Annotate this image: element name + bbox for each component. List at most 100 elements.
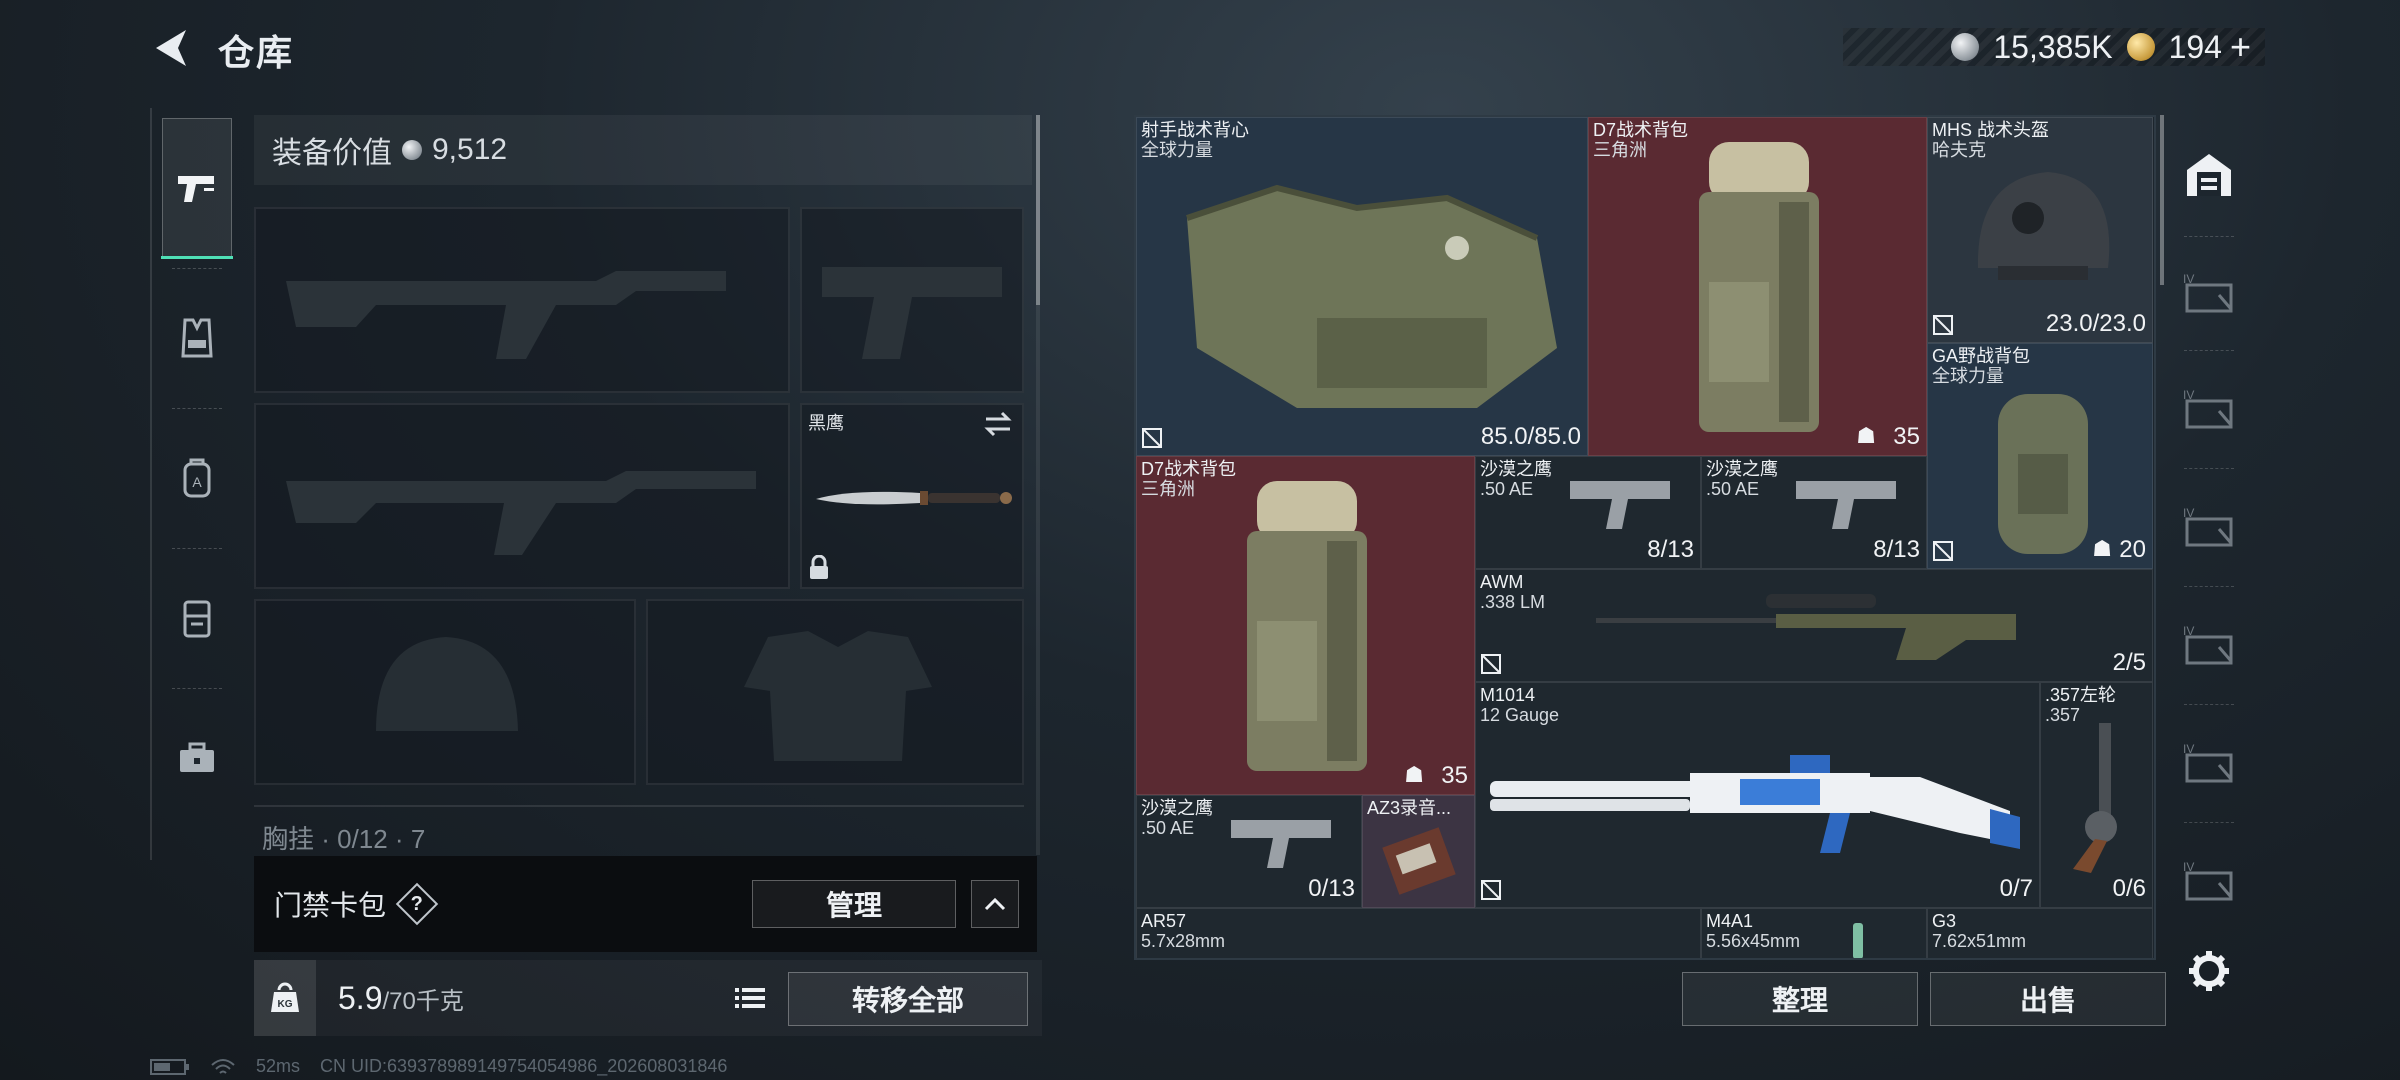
uid-text: CN UID:6393789891497540549​86_2026080318… bbox=[320, 1056, 728, 1076]
sort-button[interactable]: 整理 bbox=[1682, 972, 1918, 1026]
item-durability: 85.0/85.0 bbox=[1480, 423, 1581, 450]
backpack-icon: A bbox=[183, 458, 211, 498]
item-name: 射手战术背心 bbox=[1141, 120, 1249, 140]
storage-item[interactable]: 沙漠之鹰 .50 AE 0/13 bbox=[1136, 795, 1362, 908]
storage-scroll-thumb[interactable] bbox=[2160, 115, 2164, 285]
keycard-help-button[interactable]: ? bbox=[395, 882, 439, 926]
storage-item[interactable]: 沙漠之鹰 .50 AE 8/13 bbox=[1475, 456, 1701, 569]
storage-page-6[interactable]: IV bbox=[2178, 718, 2240, 808]
storage-item[interactable]: 沙漠之鹰 .50 AE 8/13 bbox=[1701, 456, 1927, 569]
item-name: G3 bbox=[1932, 911, 1957, 931]
tactical-vest-icon bbox=[1186, 184, 1557, 408]
storage-box-icon: IV bbox=[2183, 742, 2233, 783]
equipment-scroll-thumb[interactable] bbox=[1036, 115, 1040, 305]
storage-page-2[interactable]: IV bbox=[2178, 248, 2240, 338]
primary-weapon-slot[interactable] bbox=[254, 207, 790, 393]
svg-text:A: A bbox=[192, 474, 202, 490]
case-icon bbox=[183, 600, 211, 638]
sidearm-slot[interactable] bbox=[800, 207, 1024, 393]
helmet-slot[interactable] bbox=[254, 599, 636, 785]
chest-rig-row[interactable]: 胸挂 · 0/12 · 7 bbox=[254, 805, 1024, 855]
collapse-button[interactable] bbox=[971, 880, 1019, 928]
recorder-icon bbox=[1382, 827, 1456, 895]
bound-icon bbox=[1142, 428, 1162, 448]
vest-icon bbox=[181, 318, 213, 358]
storage-item[interactable]: AWM .338 LM 2/5 bbox=[1475, 569, 2153, 682]
gear-icon bbox=[2189, 951, 2229, 991]
item-ammo: 8/13 bbox=[1647, 536, 1694, 563]
rifle-silhouette-icon bbox=[286, 271, 726, 359]
storage-main-tab[interactable] bbox=[2178, 124, 2240, 224]
storage-item[interactable]: D7战术背包 三角洲 ☗ 35 bbox=[1588, 117, 1927, 456]
tab-weapons[interactable] bbox=[161, 118, 233, 259]
storage-page-5[interactable]: IV bbox=[2178, 600, 2240, 690]
storage-item[interactable]: MHS 战术头盔 哈夫克 23.0/23.0 bbox=[1927, 117, 2153, 343]
item-capacity: 20 bbox=[2119, 536, 2146, 563]
bound-icon bbox=[1481, 880, 1501, 900]
list-view-button[interactable] bbox=[728, 976, 772, 1020]
chevron-up-icon bbox=[984, 897, 1006, 911]
storage-item[interactable]: GA野战背包 全球力量 ☗ 20 bbox=[1927, 343, 2153, 569]
storage-box-icon: IV bbox=[2183, 860, 2233, 901]
item-ammo: 2/5 bbox=[2112, 649, 2146, 676]
weight-readout: 5.9/70千克 bbox=[338, 980, 464, 1017]
melee-slot[interactable]: 黑鹰 bbox=[800, 403, 1024, 589]
transfer-all-button[interactable]: 转移全部 bbox=[788, 972, 1028, 1026]
item-name: 沙漠之鹰 bbox=[1141, 798, 1213, 818]
column-separator bbox=[2184, 468, 2234, 469]
settings-button[interactable] bbox=[2178, 926, 2240, 1016]
equipment-value: 9,512 bbox=[432, 133, 508, 166]
storage-item[interactable]: AZ3录音... bbox=[1362, 795, 1475, 908]
item-durability: 23.0/23.0 bbox=[2045, 310, 2146, 337]
back-button[interactable] bbox=[150, 26, 192, 70]
equipment-panel: 装备价值 9,512 黑鹰 胸挂 · 0/12 · 7 bbox=[254, 115, 1032, 855]
status-bar: 52ms CN UID:6393789891497540549​86_20260… bbox=[150, 1056, 727, 1077]
silver-coin-icon bbox=[1951, 33, 1980, 61]
storage-page-7[interactable]: IV bbox=[2178, 836, 2240, 926]
helmet-item-icon bbox=[1977, 172, 2110, 280]
item-caliber: .338 LM bbox=[1480, 592, 1546, 612]
pistol-icon bbox=[178, 176, 214, 202]
backpack-item-icon bbox=[1247, 481, 1367, 771]
storage-box-icon: IV bbox=[2183, 624, 2233, 665]
bound-icon bbox=[1933, 315, 1953, 335]
item-ammo: 0/13 bbox=[1308, 875, 1355, 902]
pistol-item-icon bbox=[1570, 481, 1670, 529]
storage-item[interactable]: 射手战术背心 全球力量 85.0/85.0 bbox=[1136, 117, 1588, 456]
storage-item[interactable]: .357左轮 .357 0/6 bbox=[2040, 682, 2153, 908]
weight-current: 5.9 bbox=[338, 980, 383, 1016]
storage-item[interactable]: G3 7.62x51mm bbox=[1927, 908, 2153, 958]
item-caliber: .50 AE bbox=[1141, 818, 1195, 838]
item-capacity: 35 bbox=[1893, 423, 1920, 450]
item-name: MHS 战术头盔 bbox=[1932, 120, 2049, 140]
tab-cases[interactable] bbox=[162, 548, 232, 688]
tab-backpacks[interactable]: A bbox=[162, 408, 232, 548]
storage-page-4[interactable]: IV bbox=[2178, 482, 2240, 572]
armor-silhouette-icon bbox=[744, 631, 932, 761]
tab-vests[interactable] bbox=[162, 268, 232, 408]
toolbox-icon bbox=[180, 742, 214, 772]
item-name: M4A1 bbox=[1706, 911, 1754, 931]
column-separator bbox=[2184, 704, 2234, 705]
column-separator bbox=[2184, 350, 2234, 351]
storage-item[interactable]: M1014 12 Gauge 0/7 bbox=[1475, 682, 2040, 908]
item-brand: 三角洲 bbox=[1593, 140, 1647, 160]
storage-item[interactable]: M4A1 5.56x45mm bbox=[1701, 908, 1927, 958]
sniper-rifle-icon bbox=[1596, 594, 2016, 660]
silver-coin-icon bbox=[402, 140, 422, 160]
manage-button[interactable]: 管理 bbox=[752, 880, 956, 928]
add-currency-button[interactable]: + bbox=[2230, 26, 2251, 68]
storage-grid: 射手战术背心 全球力量 85.0/85.0 D7战术背包 三角洲 ☗ 35 MH… bbox=[1134, 115, 2156, 960]
currency-bar: 15,385K 194 + bbox=[1843, 26, 2265, 68]
sell-button[interactable]: 出售 bbox=[1930, 972, 2166, 1026]
pistol-silhouette-icon bbox=[822, 267, 1002, 359]
swap-icon[interactable] bbox=[982, 411, 1014, 437]
storage-item[interactable]: D7战术背包 三角洲 ☗ 35 bbox=[1136, 456, 1475, 795]
secondary-weapon-slot[interactable] bbox=[254, 403, 790, 589]
storage-page-3[interactable]: IV bbox=[2178, 364, 2240, 454]
storage-item[interactable]: AR57 5.7x28mm bbox=[1136, 908, 1701, 958]
armor-slot[interactable] bbox=[646, 599, 1024, 785]
shotgun-icon bbox=[1490, 755, 2020, 853]
tab-toolbox[interactable] bbox=[162, 688, 232, 828]
melee-slot-name: 黑鹰 bbox=[808, 413, 844, 433]
